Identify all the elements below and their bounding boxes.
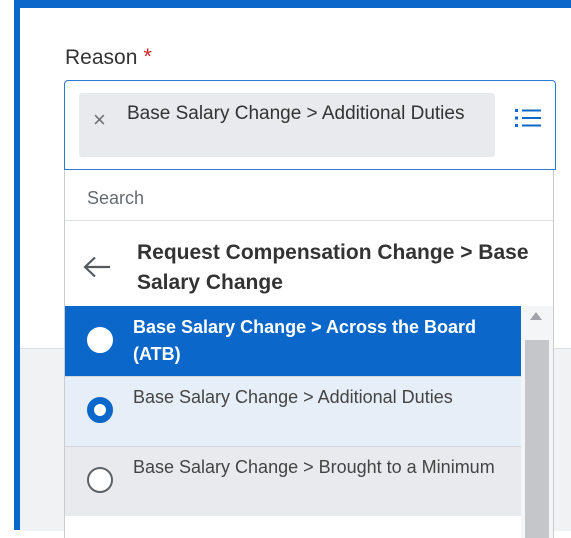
option-additional-duties[interactable]: Base Salary Change > Additional Duties bbox=[65, 376, 521, 446]
reason-label-text: Reason bbox=[65, 46, 138, 69]
reason-label: Reason * bbox=[65, 44, 152, 70]
reason-dropdown: Request Compensation Change > Base Salar… bbox=[64, 170, 554, 538]
radio-button[interactable] bbox=[87, 467, 113, 493]
radio-button[interactable] bbox=[87, 397, 113, 423]
option-across-the-board[interactable]: Base Salary Change > Across the Board (A… bbox=[65, 306, 521, 376]
focus-frame-top bbox=[14, 0, 571, 8]
form-panel: Reason * × Base Salary Change > Additiona… bbox=[20, 8, 571, 538]
list-icon[interactable] bbox=[515, 107, 541, 129]
option-label: Base Salary Change > Brought to a Minimu… bbox=[133, 457, 495, 477]
category-header[interactable]: Request Compensation Change > Base Salar… bbox=[65, 222, 553, 306]
category-breadcrumb: Request Compensation Change > Base Salar… bbox=[137, 241, 529, 294]
radio-button[interactable] bbox=[87, 327, 113, 353]
page-background bbox=[0, 0, 14, 530]
required-indicator: * bbox=[143, 44, 152, 69]
option-brought-to-minimum[interactable]: Base Salary Change > Brought to a Minimu… bbox=[65, 446, 521, 516]
selected-value-text: Base Salary Change > Additional Duties bbox=[127, 103, 465, 124]
arrow-left-icon[interactable] bbox=[83, 256, 111, 278]
search-row bbox=[65, 170, 553, 221]
close-icon[interactable]: × bbox=[93, 109, 106, 131]
scroll-up-arrow-icon[interactable] bbox=[530, 312, 542, 320]
option-label: Base Salary Change > Additional Duties bbox=[133, 387, 453, 407]
selected-value-chip[interactable]: × Base Salary Change > Additional Duties bbox=[79, 93, 495, 157]
scrollbar-thumb[interactable] bbox=[525, 340, 549, 538]
options-list: Base Salary Change > Across the Board (A… bbox=[65, 306, 521, 516]
scrollbar[interactable] bbox=[521, 306, 553, 538]
option-label: Base Salary Change > Across the Board (A… bbox=[133, 317, 476, 364]
reason-select-field[interactable]: × Base Salary Change > Additional Duties bbox=[64, 80, 556, 170]
search-input[interactable] bbox=[87, 186, 527, 210]
